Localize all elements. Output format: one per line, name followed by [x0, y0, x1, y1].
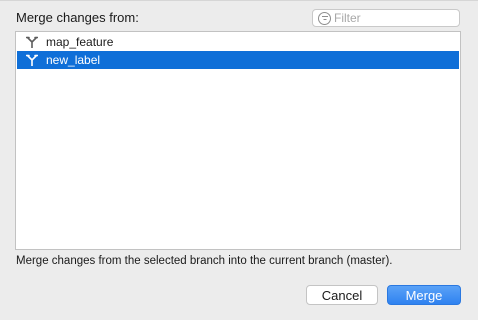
merge-button[interactable]: Merge: [387, 285, 461, 305]
branch-list-item-map-feature[interactable]: map_feature: [17, 33, 459, 51]
branch-list[interactable]: map_feature new_label: [15, 31, 461, 250]
branch-name: new_label: [46, 53, 101, 67]
filter-icon: [318, 11, 331, 25]
branch-icon: [26, 54, 38, 66]
branch-icon: [26, 36, 38, 48]
cancel-button[interactable]: Cancel: [306, 285, 378, 305]
filter-field[interactable]: [312, 9, 460, 27]
merge-from-label: Merge changes from:: [16, 10, 139, 25]
merge-hint-text: Merge changes from the selected branch i…: [16, 255, 393, 267]
window-top-divider: [0, 0, 478, 1]
branch-list-item-new-label[interactable]: new_label: [17, 51, 459, 69]
branch-name: map_feature: [46, 35, 114, 49]
filter-input[interactable]: [334, 11, 452, 25]
